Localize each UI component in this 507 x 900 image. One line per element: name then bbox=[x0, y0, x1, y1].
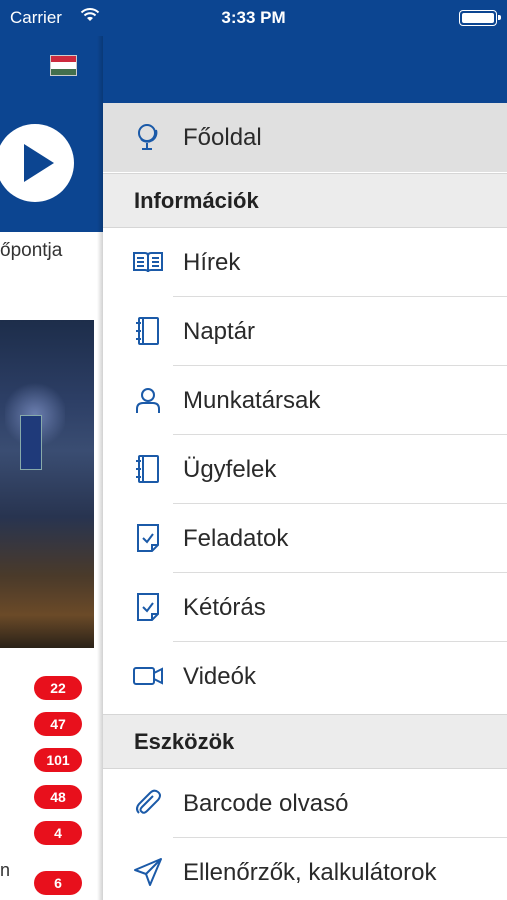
menu-item-ugyfelek[interactable]: Ügyfelek bbox=[103, 435, 507, 504]
menu-item-label: Munkatársak bbox=[183, 386, 321, 414]
menu-item-label: Ellenőrzők, kalkulátorok bbox=[183, 858, 437, 886]
side-drawer: Főoldal Információk Hírek Naptár Munkatá… bbox=[103, 36, 507, 900]
event-photo[interactable] bbox=[0, 320, 94, 648]
paperclip-icon bbox=[132, 787, 164, 819]
count-badge: 6 bbox=[34, 871, 82, 895]
menu-item-label: Barcode olvasó bbox=[183, 789, 349, 817]
battery-icon bbox=[459, 10, 501, 26]
video-banner bbox=[0, 102, 103, 232]
count-badge: 101 bbox=[34, 748, 82, 772]
menu-item-label: Ügyfelek bbox=[183, 455, 277, 483]
section-title: Információk bbox=[134, 188, 259, 213]
notebook-icon bbox=[132, 453, 164, 485]
menu-item-label: Kétórás bbox=[183, 593, 266, 621]
menu-item-label: Feladatok bbox=[183, 524, 289, 552]
menu-item-label: Főoldal bbox=[183, 123, 262, 151]
menu-item-fooldal[interactable]: Főoldal bbox=[103, 103, 507, 172]
section-title: Eszközök bbox=[134, 729, 235, 754]
menu-item-ketoras[interactable]: Kétórás bbox=[103, 573, 507, 642]
menu-item-label: Naptár bbox=[183, 317, 256, 345]
section-header-informaciok: Információk bbox=[103, 173, 507, 228]
section-header-eszkozok: Eszközök bbox=[103, 714, 507, 769]
checked-document-icon bbox=[132, 522, 164, 554]
checked-document-icon bbox=[132, 591, 164, 623]
status-time: 3:33 PM bbox=[221, 8, 286, 27]
status-bar: Carrier 3:33 PM bbox=[0, 0, 507, 36]
menu-item-feladatok[interactable]: Feladatok bbox=[103, 504, 507, 573]
count-badge: 47 bbox=[34, 712, 82, 736]
background-text-fragment: n bbox=[0, 860, 11, 880]
book-open-icon bbox=[132, 246, 164, 278]
menu-item-hirek[interactable]: Hírek bbox=[103, 228, 507, 297]
count-badge: 22 bbox=[34, 676, 82, 700]
background-text: őpontja bbox=[0, 240, 63, 261]
globe-icon bbox=[132, 121, 164, 153]
count-badge: 48 bbox=[34, 785, 82, 809]
notebook-icon bbox=[132, 315, 164, 347]
play-icon[interactable] bbox=[0, 124, 74, 202]
menu-item-barcode-olvaso[interactable]: Barcode olvasó bbox=[103, 769, 507, 838]
hungarian-flag-icon[interactable] bbox=[50, 55, 77, 76]
menu-item-label: Hírek bbox=[183, 248, 241, 276]
menu-item-videok[interactable]: Videók bbox=[103, 642, 507, 711]
background-page: őpontja 22 47 101 48 4 6 n bbox=[0, 0, 103, 900]
menu-item-munkatarsak[interactable]: Munkatársak bbox=[103, 366, 507, 435]
menu-item-naptar[interactable]: Naptár bbox=[103, 297, 507, 366]
menu-item-label: Videók bbox=[183, 662, 256, 690]
person-icon bbox=[132, 384, 164, 416]
count-badge: 4 bbox=[34, 821, 82, 845]
menu-item-ellenorzok-kalkulatorok[interactable]: Ellenőrzők, kalkulátorok bbox=[103, 838, 507, 900]
drawer-header bbox=[103, 36, 507, 103]
video-camera-icon bbox=[132, 660, 164, 692]
send-icon bbox=[132, 856, 164, 888]
